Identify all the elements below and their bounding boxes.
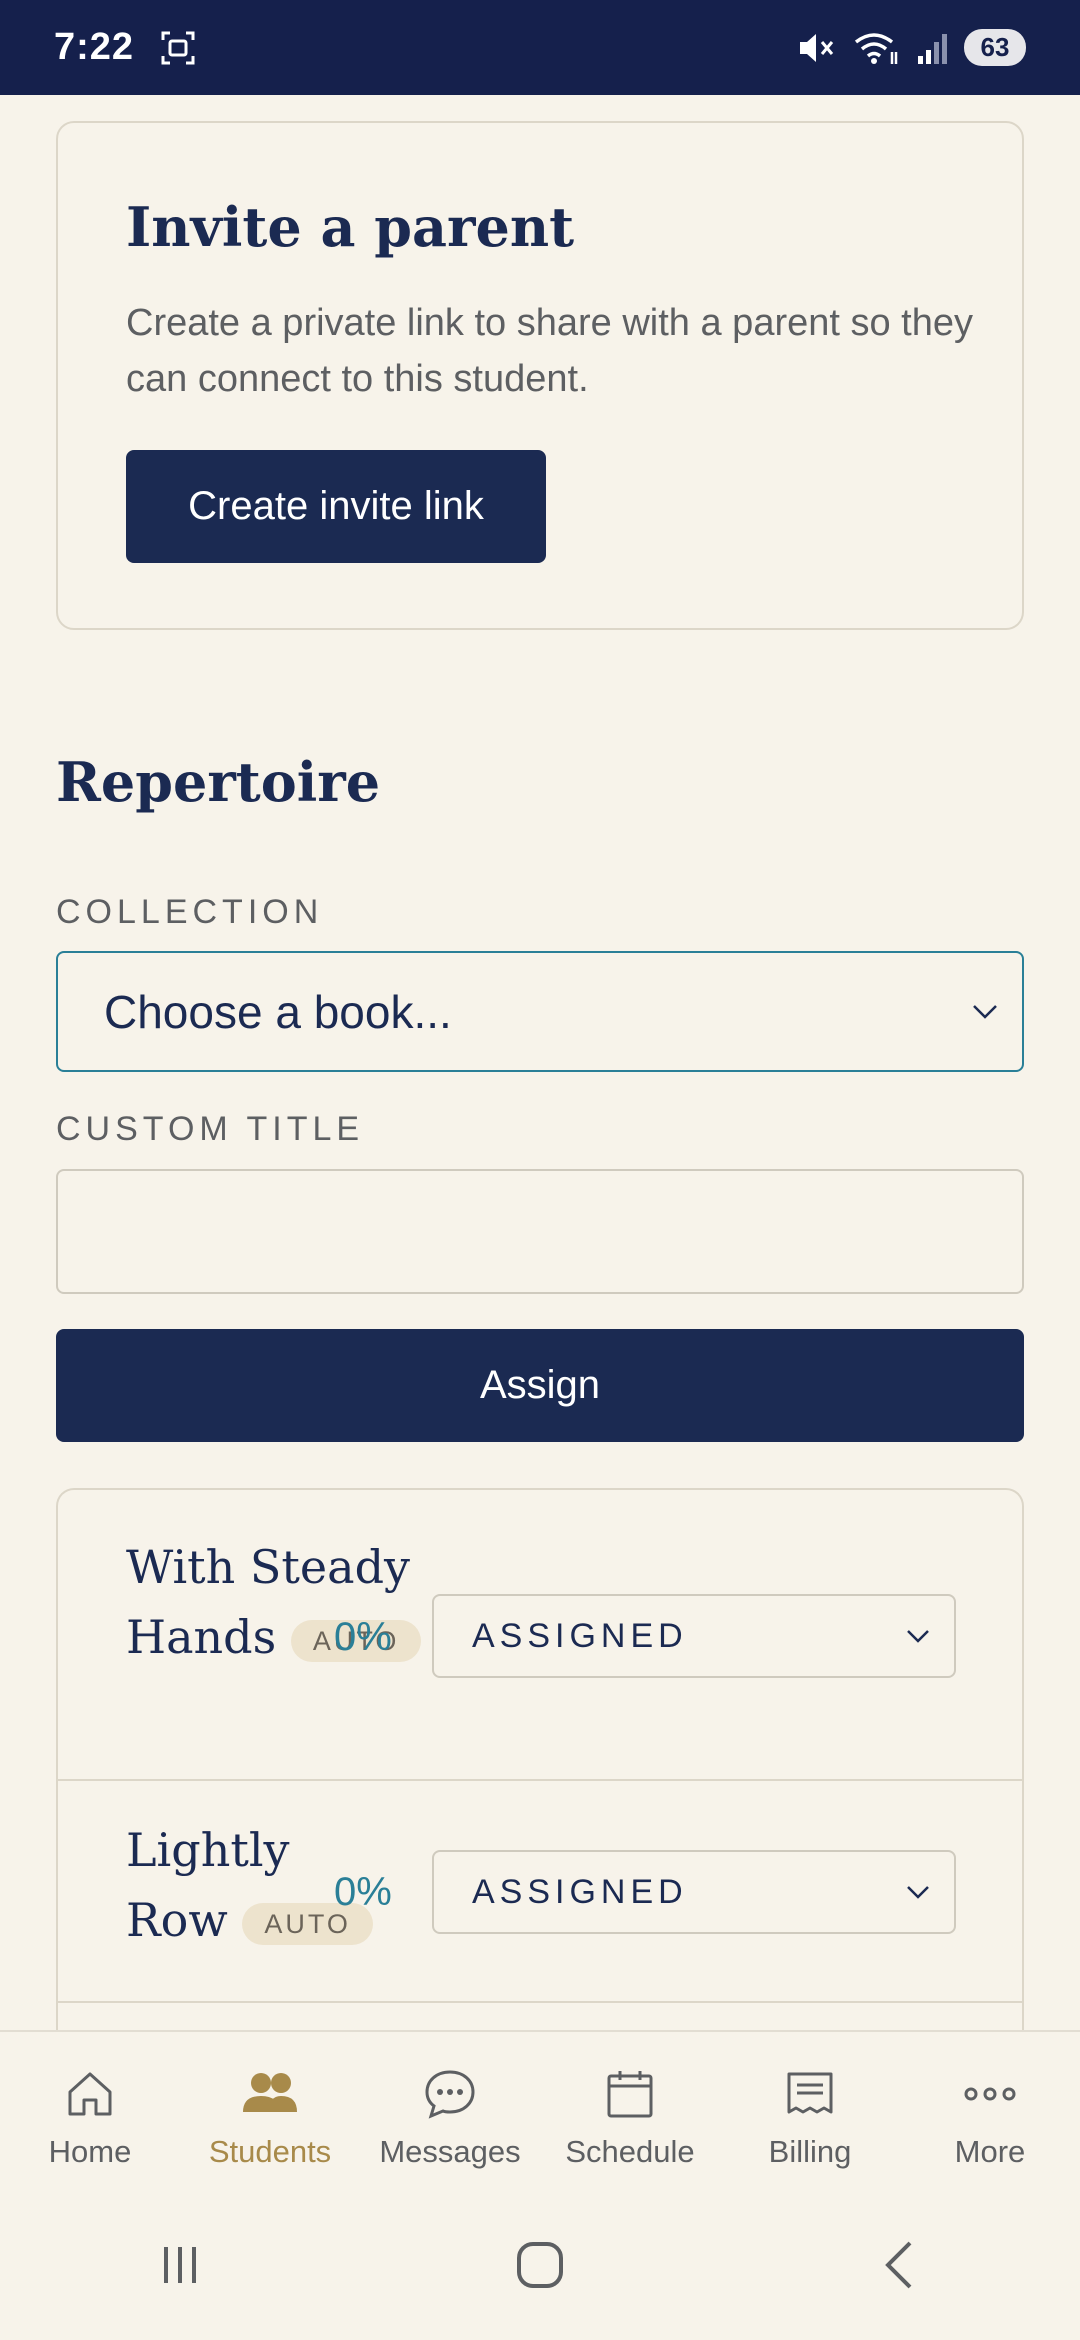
messages-icon	[425, 2070, 475, 2119]
collection-select-value: Choose a book...	[104, 985, 452, 1038]
chevron-down-icon	[973, 1004, 997, 1019]
assign-button[interactable]: Assign	[56, 1329, 1024, 1442]
nav-label: Students	[208, 2134, 332, 2169]
progress-percent: 0%	[334, 1615, 392, 1659]
custom-title-input[interactable]	[56, 1169, 1024, 1294]
wifi-icon	[854, 32, 898, 64]
nav-label: Schedule	[565, 2134, 695, 2169]
chevron-down-icon	[907, 1886, 929, 1899]
nav-label: Messages	[379, 2134, 521, 2169]
nav-label: More	[954, 2134, 1026, 2169]
system-navigation-bar	[0, 2190, 1080, 2340]
custom-title-label: CUSTOM TITLE	[56, 1110, 365, 1148]
home-button-icon[interactable]	[510, 2235, 570, 2295]
signal-icon	[918, 33, 947, 64]
collection-label: COLLECTION	[56, 893, 324, 931]
home-icon	[68, 2072, 112, 2116]
calendar-icon	[607, 2071, 653, 2118]
invite-description: Create a private link to share with a pa…	[126, 302, 974, 400]
repertoire-item: With Steady Hands AUTO 0% ASSIGNED	[58, 1490, 1022, 1781]
status-select-value: ASSIGNED	[472, 1872, 688, 1911]
invite-card: Invite a parent Create a private link to…	[56, 121, 1024, 630]
status-select-value: ASSIGNED	[472, 1616, 688, 1655]
status-select[interactable]: ASSIGNED	[432, 1594, 956, 1678]
nav-label: Home	[48, 2134, 132, 2169]
bottom-nav: Home Students Messages Schedule Billing	[0, 2030, 1080, 2190]
repertoire-list: With Steady Hands AUTO 0% ASSIGNED Light…	[56, 1488, 1024, 2048]
nav-more[interactable]: More	[900, 2032, 1080, 2190]
create-invite-link-button[interactable]: Create invite link	[126, 450, 546, 563]
progress-percent: 0%	[334, 1870, 392, 1914]
chevron-down-icon	[907, 1630, 929, 1643]
mute-icon	[800, 33, 834, 62]
more-icon	[964, 2087, 1016, 2101]
nav-messages[interactable]: Messages	[360, 2032, 540, 2190]
status-select[interactable]: ASSIGNED	[432, 1850, 956, 1934]
collection-select[interactable]: Choose a book...	[56, 951, 1024, 1072]
nav-billing[interactable]: Billing	[720, 2032, 900, 2190]
nav-label: Billing	[768, 2134, 852, 2169]
invite-title: Invite a parent	[126, 195, 575, 259]
nav-students[interactable]: Students	[180, 2032, 360, 2190]
nav-home[interactable]: Home	[0, 2032, 180, 2190]
nav-schedule[interactable]: Schedule	[540, 2032, 720, 2190]
screenshot-icon	[161, 31, 195, 64]
status-time: 7:22	[54, 26, 135, 68]
battery-indicator: 63	[964, 29, 1026, 66]
repertoire-title: Repertoire	[56, 750, 381, 814]
back-icon[interactable]	[870, 2235, 930, 2295]
repertoire-item: Lightly Row AUTO 0% ASSIGNED	[58, 1781, 1022, 2003]
students-icon	[243, 2073, 297, 2112]
recent-apps-icon[interactable]	[150, 2235, 210, 2295]
billing-icon	[787, 2072, 833, 2114]
status-bar: 7:22 63	[0, 0, 1080, 95]
